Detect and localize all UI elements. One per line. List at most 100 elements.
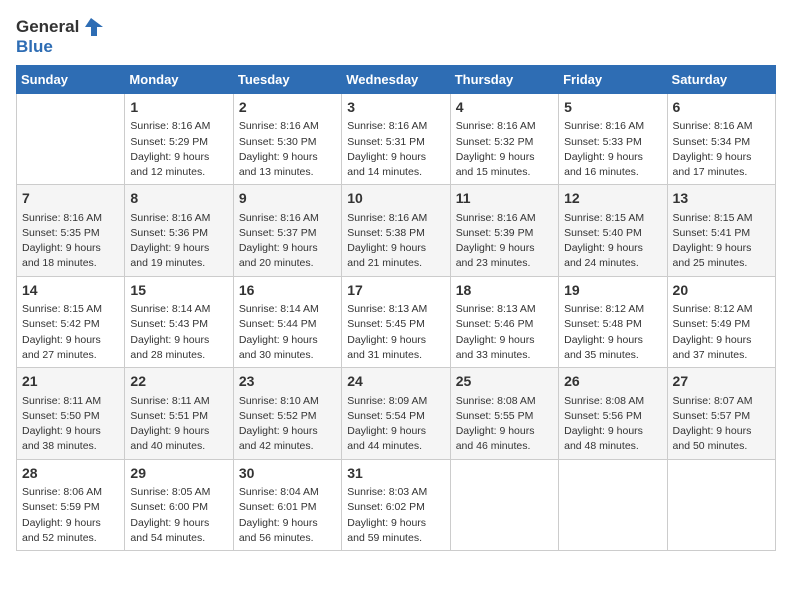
column-header-monday: Monday: [125, 65, 233, 93]
calendar-table: SundayMondayTuesdayWednesdayThursdayFrid…: [16, 65, 776, 551]
day-cell-3: 3Sunrise: 8:16 AM Sunset: 5:31 PM Daylig…: [342, 93, 450, 184]
day-cell-22: 22Sunrise: 8:11 AM Sunset: 5:51 PM Dayli…: [125, 368, 233, 459]
empty-cell: [450, 459, 558, 550]
day-info: Sunrise: 8:16 AM Sunset: 5:34 PM Dayligh…: [673, 119, 770, 180]
column-header-wednesday: Wednesday: [342, 65, 450, 93]
day-number: 7: [22, 189, 119, 209]
week-row-4: 21Sunrise: 8:11 AM Sunset: 5:50 PM Dayli…: [17, 368, 776, 459]
logo-mark: General Blue: [16, 16, 103, 57]
day-number: 11: [456, 189, 553, 209]
day-cell-20: 20Sunrise: 8:12 AM Sunset: 5:49 PM Dayli…: [667, 276, 775, 367]
day-info: Sunrise: 8:03 AM Sunset: 6:02 PM Dayligh…: [347, 485, 444, 546]
day-cell-18: 18Sunrise: 8:13 AM Sunset: 5:46 PM Dayli…: [450, 276, 558, 367]
day-number: 25: [456, 372, 553, 392]
column-header-friday: Friday: [559, 65, 667, 93]
week-row-5: 28Sunrise: 8:06 AM Sunset: 5:59 PM Dayli…: [17, 459, 776, 550]
day-cell-2: 2Sunrise: 8:16 AM Sunset: 5:30 PM Daylig…: [233, 93, 341, 184]
day-info: Sunrise: 8:15 AM Sunset: 5:41 PM Dayligh…: [673, 211, 770, 272]
day-number: 19: [564, 281, 661, 301]
day-cell-1: 1Sunrise: 8:16 AM Sunset: 5:29 PM Daylig…: [125, 93, 233, 184]
logo: General Blue: [16, 16, 103, 57]
column-header-sunday: Sunday: [17, 65, 125, 93]
day-info: Sunrise: 8:12 AM Sunset: 5:48 PM Dayligh…: [564, 302, 661, 363]
day-cell-23: 23Sunrise: 8:10 AM Sunset: 5:52 PM Dayli…: [233, 368, 341, 459]
day-cell-27: 27Sunrise: 8:07 AM Sunset: 5:57 PM Dayli…: [667, 368, 775, 459]
day-cell-21: 21Sunrise: 8:11 AM Sunset: 5:50 PM Dayli…: [17, 368, 125, 459]
day-number: 22: [130, 372, 227, 392]
empty-cell: [667, 459, 775, 550]
day-cell-7: 7Sunrise: 8:16 AM Sunset: 5:35 PM Daylig…: [17, 185, 125, 276]
day-info: Sunrise: 8:16 AM Sunset: 5:37 PM Dayligh…: [239, 211, 336, 272]
day-info: Sunrise: 8:16 AM Sunset: 5:30 PM Dayligh…: [239, 119, 336, 180]
day-cell-11: 11Sunrise: 8:16 AM Sunset: 5:39 PM Dayli…: [450, 185, 558, 276]
day-number: 29: [130, 464, 227, 484]
day-number: 9: [239, 189, 336, 209]
day-cell-31: 31Sunrise: 8:03 AM Sunset: 6:02 PM Dayli…: [342, 459, 450, 550]
empty-cell: [17, 93, 125, 184]
day-info: Sunrise: 8:16 AM Sunset: 5:29 PM Dayligh…: [130, 119, 227, 180]
day-info: Sunrise: 8:08 AM Sunset: 5:56 PM Dayligh…: [564, 394, 661, 455]
day-info: Sunrise: 8:09 AM Sunset: 5:54 PM Dayligh…: [347, 394, 444, 455]
day-info: Sunrise: 8:16 AM Sunset: 5:35 PM Dayligh…: [22, 211, 119, 272]
day-info: Sunrise: 8:13 AM Sunset: 5:46 PM Dayligh…: [456, 302, 553, 363]
day-info: Sunrise: 8:11 AM Sunset: 5:51 PM Dayligh…: [130, 394, 227, 455]
day-info: Sunrise: 8:05 AM Sunset: 6:00 PM Dayligh…: [130, 485, 227, 546]
empty-cell: [559, 459, 667, 550]
day-info: Sunrise: 8:08 AM Sunset: 5:55 PM Dayligh…: [456, 394, 553, 455]
day-number: 27: [673, 372, 770, 392]
day-number: 23: [239, 372, 336, 392]
day-info: Sunrise: 8:14 AM Sunset: 5:43 PM Dayligh…: [130, 302, 227, 363]
day-info: Sunrise: 8:14 AM Sunset: 5:44 PM Dayligh…: [239, 302, 336, 363]
day-cell-16: 16Sunrise: 8:14 AM Sunset: 5:44 PM Dayli…: [233, 276, 341, 367]
day-number: 24: [347, 372, 444, 392]
day-info: Sunrise: 8:10 AM Sunset: 5:52 PM Dayligh…: [239, 394, 336, 455]
column-header-tuesday: Tuesday: [233, 65, 341, 93]
logo-general: General: [16, 18, 79, 37]
day-info: Sunrise: 8:16 AM Sunset: 5:33 PM Dayligh…: [564, 119, 661, 180]
week-row-2: 7Sunrise: 8:16 AM Sunset: 5:35 PM Daylig…: [17, 185, 776, 276]
day-info: Sunrise: 8:11 AM Sunset: 5:50 PM Dayligh…: [22, 394, 119, 455]
day-number: 13: [673, 189, 770, 209]
logo-blue: Blue: [16, 38, 103, 57]
day-cell-26: 26Sunrise: 8:08 AM Sunset: 5:56 PM Dayli…: [559, 368, 667, 459]
day-number: 20: [673, 281, 770, 301]
day-number: 5: [564, 98, 661, 118]
day-number: 14: [22, 281, 119, 301]
day-headers-row: SundayMondayTuesdayWednesdayThursdayFrid…: [17, 65, 776, 93]
day-cell-28: 28Sunrise: 8:06 AM Sunset: 5:59 PM Dayli…: [17, 459, 125, 550]
day-cell-30: 30Sunrise: 8:04 AM Sunset: 6:01 PM Dayli…: [233, 459, 341, 550]
day-cell-8: 8Sunrise: 8:16 AM Sunset: 5:36 PM Daylig…: [125, 185, 233, 276]
day-info: Sunrise: 8:06 AM Sunset: 5:59 PM Dayligh…: [22, 485, 119, 546]
day-number: 6: [673, 98, 770, 118]
day-number: 28: [22, 464, 119, 484]
day-info: Sunrise: 8:16 AM Sunset: 5:32 PM Dayligh…: [456, 119, 553, 180]
week-row-3: 14Sunrise: 8:15 AM Sunset: 5:42 PM Dayli…: [17, 276, 776, 367]
day-number: 4: [456, 98, 553, 118]
day-cell-24: 24Sunrise: 8:09 AM Sunset: 5:54 PM Dayli…: [342, 368, 450, 459]
day-cell-6: 6Sunrise: 8:16 AM Sunset: 5:34 PM Daylig…: [667, 93, 775, 184]
day-number: 17: [347, 281, 444, 301]
day-cell-4: 4Sunrise: 8:16 AM Sunset: 5:32 PM Daylig…: [450, 93, 558, 184]
day-number: 3: [347, 98, 444, 118]
day-number: 15: [130, 281, 227, 301]
day-info: Sunrise: 8:15 AM Sunset: 5:42 PM Dayligh…: [22, 302, 119, 363]
day-number: 18: [456, 281, 553, 301]
day-number: 8: [130, 189, 227, 209]
day-cell-17: 17Sunrise: 8:13 AM Sunset: 5:45 PM Dayli…: [342, 276, 450, 367]
day-info: Sunrise: 8:16 AM Sunset: 5:39 PM Dayligh…: [456, 211, 553, 272]
logo-arrow-icon: [81, 16, 103, 38]
day-cell-9: 9Sunrise: 8:16 AM Sunset: 5:37 PM Daylig…: [233, 185, 341, 276]
day-info: Sunrise: 8:15 AM Sunset: 5:40 PM Dayligh…: [564, 211, 661, 272]
day-cell-5: 5Sunrise: 8:16 AM Sunset: 5:33 PM Daylig…: [559, 93, 667, 184]
day-info: Sunrise: 8:07 AM Sunset: 5:57 PM Dayligh…: [673, 394, 770, 455]
day-info: Sunrise: 8:16 AM Sunset: 5:36 PM Dayligh…: [130, 211, 227, 272]
day-info: Sunrise: 8:16 AM Sunset: 5:31 PM Dayligh…: [347, 119, 444, 180]
day-number: 16: [239, 281, 336, 301]
day-number: 31: [347, 464, 444, 484]
day-cell-29: 29Sunrise: 8:05 AM Sunset: 6:00 PM Dayli…: [125, 459, 233, 550]
day-number: 26: [564, 372, 661, 392]
day-number: 2: [239, 98, 336, 118]
day-number: 1: [130, 98, 227, 118]
day-cell-10: 10Sunrise: 8:16 AM Sunset: 5:38 PM Dayli…: [342, 185, 450, 276]
day-info: Sunrise: 8:16 AM Sunset: 5:38 PM Dayligh…: [347, 211, 444, 272]
